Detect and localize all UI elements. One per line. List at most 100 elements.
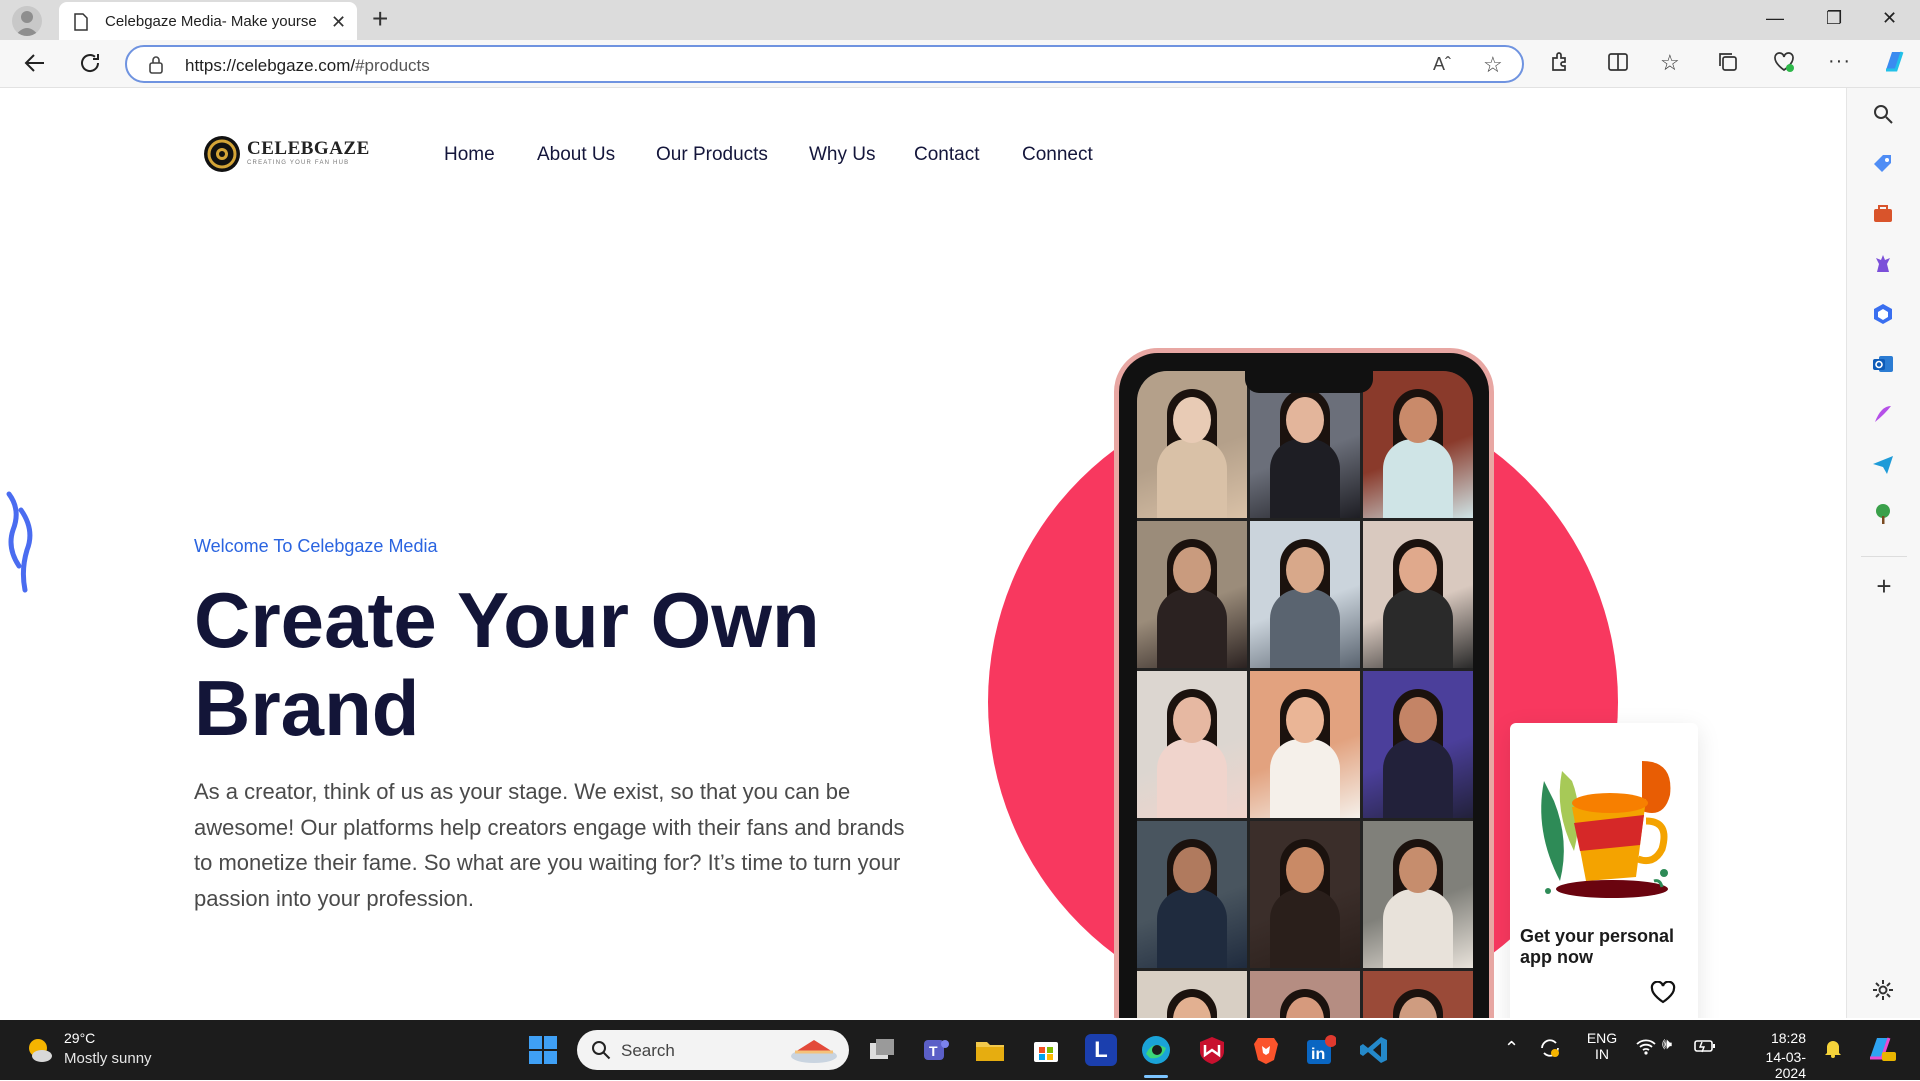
lock-icon[interactable] [147,55,165,80]
photo-face-shape [1399,397,1437,443]
active-app-indicator [1144,1075,1168,1078]
settings-gear-icon[interactable] [1871,978,1897,1004]
back-icon[interactable] [22,50,48,81]
photo-face-shape [1399,697,1437,743]
creator-photo-tile [1250,971,1360,1018]
split-screen-icon[interactable] [1606,50,1630,79]
photo-face-shape [1286,397,1324,443]
weather-temperature[interactable]: 29°C [64,1030,95,1046]
photo-outfit-shape [1157,589,1227,668]
language-indicator[interactable]: ENG IN [1584,1030,1620,1062]
phone-mockup [1114,348,1494,1018]
language-code: ENG [1586,1030,1618,1046]
logo-subtitle: CREATING YOUR FAN HUB [247,160,350,166]
heart-icon[interactable] [1650,980,1676,1010]
clock-date: 14-03-2024 [1765,1049,1806,1081]
wifi-icon[interactable] [1636,1038,1656,1059]
nav-why-us[interactable]: Why Us [809,144,876,166]
browser-essentials-icon[interactable] [1772,50,1796,79]
creator-photo-tile [1137,971,1247,1018]
edge-browser-icon[interactable] [1140,1034,1172,1066]
l-app-icon[interactable]: L [1085,1034,1117,1066]
nav-contact[interactable]: Contact [914,144,979,166]
refresh-icon[interactable] [77,50,103,81]
file-explorer-icon[interactable] [974,1034,1006,1066]
photo-face-shape [1286,697,1324,743]
vscode-icon[interactable] [1358,1034,1390,1066]
volume-icon[interactable]: 🕪 [1662,1036,1672,1054]
photo-face-shape [1173,847,1211,893]
celebgaze-logo[interactable]: CELEBGAZE CREATING YOUR FAN HUB [202,134,369,179]
copilot-icon[interactable] [1880,48,1908,81]
search-icon[interactable] [1871,102,1897,128]
system-clock[interactable]: 18:28 14-03-2024 [1736,1030,1806,1081]
read-aloud-icon[interactable]: Aˆ [1433,54,1451,75]
search-label: Search [621,1041,675,1060]
browser-tab[interactable]: Celebgaze Media- Make yourself ✕ [59,2,357,40]
edge-sidebar: + [1846,88,1920,1018]
tools-briefcase-icon[interactable] [1871,202,1897,228]
phone-notch [1245,371,1373,393]
nav-our-products[interactable]: Our Products [656,144,768,166]
show-hidden-icons-icon[interactable]: ⌃ [1504,1038,1519,1059]
add-sidebar-item-icon[interactable]: + [1871,573,1897,600]
close-window-icon[interactable]: ✕ [1882,8,1897,29]
minimize-icon[interactable]: — [1766,8,1784,29]
clock-time: 18:28 [1770,1030,1806,1046]
personal-app-card[interactable]: Get your personal app now [1510,723,1698,1018]
shopping-tag-icon[interactable] [1871,152,1897,178]
extensions-icon[interactable] [1548,50,1572,79]
photo-outfit-shape [1157,889,1227,968]
new-tab-icon[interactable]: + [372,5,388,33]
url-path: #products [355,56,430,75]
favorites-icon[interactable]: ☆ [1660,50,1680,76]
notification-bell-icon[interactable] [1824,1038,1842,1061]
games-icon[interactable] [1871,252,1897,278]
region-code: IN [1595,1046,1609,1062]
photo-face-shape [1399,547,1437,593]
address-bar[interactable]: https://celebgaze.com/#products Aˆ ☆ [125,45,1524,83]
battery-icon[interactable] [1694,1038,1716,1057]
close-tab-icon[interactable]: ✕ [331,12,346,33]
photo-outfit-shape [1270,589,1340,668]
weather-sun-icon[interactable] [24,1034,56,1071]
favorite-star-icon[interactable]: ☆ [1483,52,1503,78]
more-options-icon[interactable]: ··· [1828,50,1851,73]
microsoft-365-icon[interactable] [1871,302,1897,328]
mcafee-icon[interactable] [1196,1034,1228,1066]
collections-icon[interactable] [1716,50,1740,79]
outlook-icon[interactable] [1871,352,1897,378]
svg-text:T: T [929,1043,938,1059]
weather-condition[interactable]: Mostly sunny [64,1050,152,1067]
brave-browser-icon[interactable] [1250,1034,1282,1066]
profile-avatar-icon[interactable] [12,6,42,36]
nav-about-us[interactable]: About Us [537,144,615,166]
send-icon[interactable] [1871,452,1897,478]
task-view-icon[interactable] [866,1034,898,1066]
nav-home[interactable]: Home [444,144,495,166]
creator-photo-tile [1363,671,1473,818]
creator-photo-tile [1250,371,1360,518]
creator-photo-grid [1137,371,1473,1018]
taskbar-search[interactable]: Search [577,1030,849,1070]
tree-icon[interactable] [1871,502,1897,528]
photo-outfit-shape [1383,739,1453,818]
designer-icon[interactable] [1871,402,1897,428]
photo-outfit-shape [1383,889,1453,968]
restore-icon[interactable]: ❐ [1826,8,1842,29]
nav-connect[interactable]: Connect [1022,144,1093,166]
teams-icon[interactable]: T [920,1034,952,1066]
windows-start-icon[interactable] [528,1035,558,1070]
photo-face-shape [1286,847,1324,893]
microsoft-store-icon[interactable] [1030,1034,1062,1066]
creator-photo-tile [1250,671,1360,818]
pie-doodle-icon [789,1036,839,1069]
photo-outfit-shape [1270,439,1340,518]
web-page: CELEBGAZE CREATING YOUR FAN HUB Home Abo… [5,88,1843,1018]
photo-face-shape [1286,547,1324,593]
creator-photo-tile [1250,821,1360,968]
linkedin-icon[interactable]: in [1304,1034,1337,1066]
copilot-taskbar-icon[interactable] [1864,1032,1896,1067]
creator-photo-tile [1137,821,1247,968]
sync-icon[interactable] [1538,1036,1562,1063]
